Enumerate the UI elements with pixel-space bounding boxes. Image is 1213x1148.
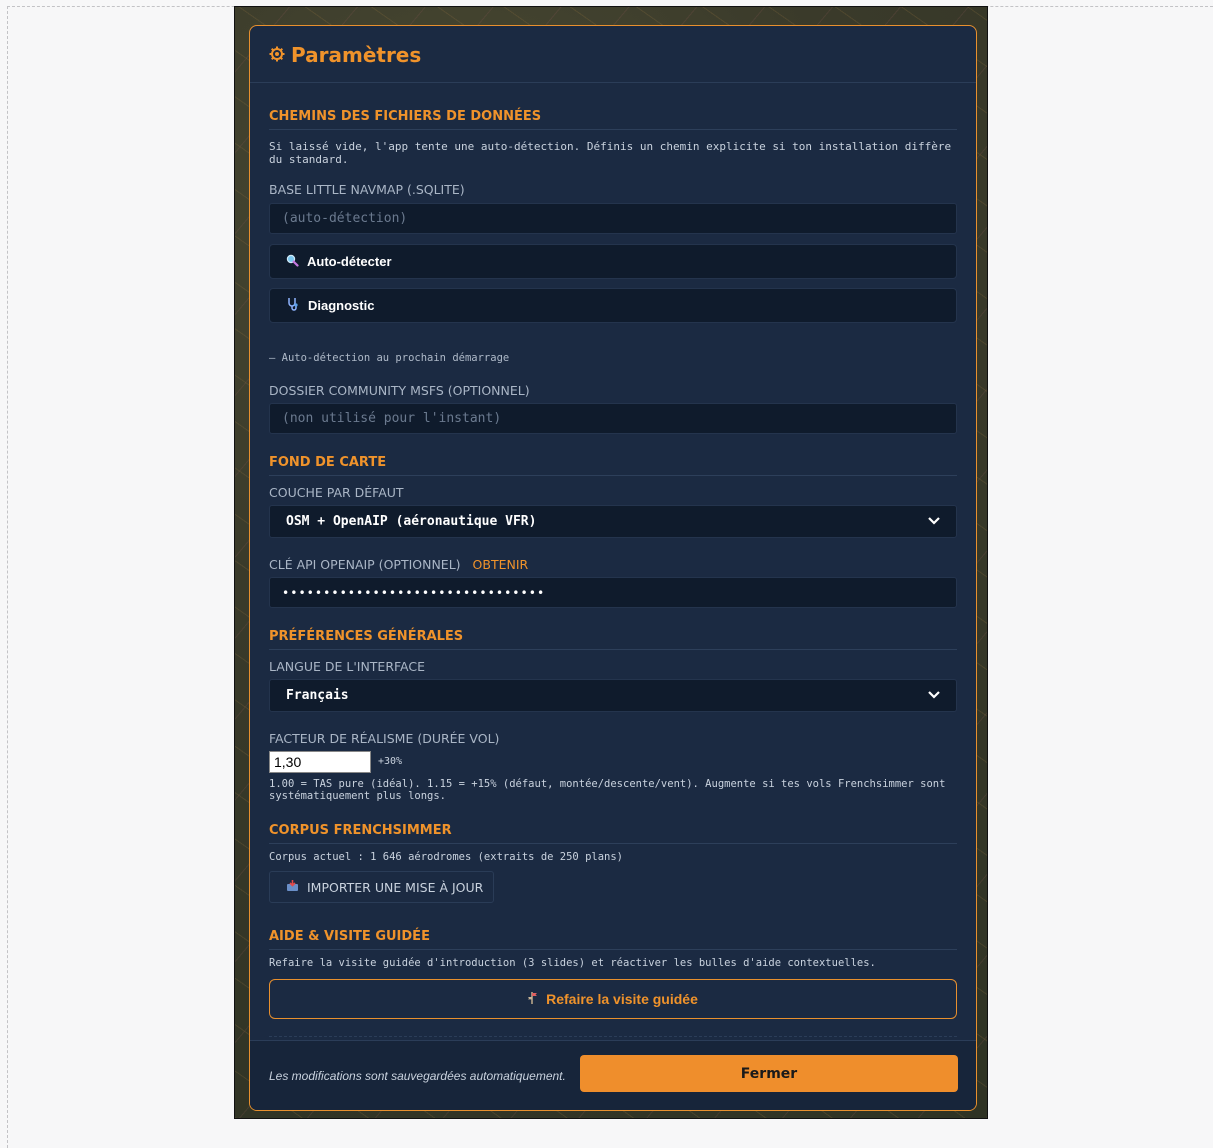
language-select[interactable]: Français: [269, 679, 957, 712]
section-title-corpus: CORPUS FRENCHSIMMER: [269, 823, 957, 844]
section-title-paths: CHEMINS DES FICHIERS DE DONNÉES: [269, 109, 957, 130]
stethoscope-icon: [286, 297, 300, 314]
autodetect-status: — Auto-détection au prochain démarrage: [269, 352, 510, 364]
default-layer-value: OSM + OpenAIP (aéronautique VFR): [286, 514, 537, 529]
default-layer-select[interactable]: OSM + OpenAIP (aéronautique VFR): [269, 505, 957, 538]
get-api-key-link[interactable]: OBTENIR: [473, 557, 529, 572]
chevron-down-icon: [928, 688, 940, 703]
modal-title: Paramètres: [269, 43, 957, 67]
modal-title-text: Paramètres: [291, 43, 422, 67]
layer-label: COUCHE PAR DÉFAUT: [269, 485, 404, 500]
community-folder-input[interactable]: [269, 403, 957, 434]
paths-note: Si laissé vide, l'app tente une auto-dét…: [269, 140, 952, 166]
settings-modal: Paramètres CHEMINS DES FICHIERS DE DONNÉ…: [249, 25, 977, 1111]
language-label: LANGUE DE L'INTERFACE: [269, 659, 426, 674]
community-label: DOSSIER COMMUNITY MSFS (OPTIONNEL): [269, 383, 530, 398]
lnm-label: BASE LITTLE NAVMAP (.SQLITE): [269, 182, 465, 197]
lnm-path-input[interactable]: [269, 203, 957, 234]
diagnostic-button[interactable]: Diagnostic: [269, 288, 957, 323]
modal-header: Paramètres: [250, 26, 976, 83]
autodetect-button[interactable]: Auto-détecter: [269, 244, 957, 279]
api-key-input[interactable]: ••••••••••••••••••••••••••••••••: [269, 577, 957, 608]
autosave-note: Les modifications sont sauvegardées auto…: [269, 1069, 566, 1083]
api-key-label-text: CLÉ API OPENAIP (OPTIONNEL): [269, 557, 461, 572]
inbox-tray-icon: [286, 879, 299, 895]
body-end-divider: [269, 1036, 957, 1037]
gear-icon: [269, 43, 285, 67]
corpus-note: Corpus actuel : 1 646 aérodromes (extrai…: [269, 851, 624, 863]
signpost-icon: [528, 991, 538, 1007]
realism-factor-input[interactable]: [269, 751, 371, 773]
section-title-basemap: FOND DE CARTE: [269, 455, 957, 476]
help-note: Refaire la visite guidée d'introduction …: [269, 957, 876, 969]
import-update-button[interactable]: IMPORTER UNE MISE À JOUR: [269, 871, 494, 903]
section-title-help: AIDE & VISITE GUIDÉE: [269, 929, 957, 950]
restart-tour-button[interactable]: Refaire la visite guidée: [269, 979, 957, 1019]
chevron-down-icon: [928, 514, 940, 529]
modal-footer: Les modifications sont sauvegardées auto…: [250, 1040, 976, 1110]
realism-label: FACTEUR DE RÉALISME (DURÉE VOL): [269, 731, 500, 746]
api-key-label: CLÉ API OPENAIP (OPTIONNEL) OBTENIR: [269, 557, 528, 572]
realism-note: 1.00 = TAS pure (idéal). 1.15 = +15% (dé…: [269, 778, 946, 802]
autodetect-label: Auto-détecter: [307, 254, 392, 269]
realism-percent: +30%: [378, 756, 403, 767]
diagnostic-label: Diagnostic: [308, 298, 375, 313]
close-button[interactable]: Fermer: [580, 1055, 958, 1092]
import-update-label: IMPORTER UNE MISE À JOUR: [307, 879, 484, 895]
magnifier-icon: [286, 254, 299, 270]
language-value: Français: [286, 688, 349, 703]
restart-tour-label: Refaire la visite guidée: [546, 991, 698, 1007]
section-title-general: PRÉFÉRENCES GÉNÉRALES: [269, 629, 957, 650]
